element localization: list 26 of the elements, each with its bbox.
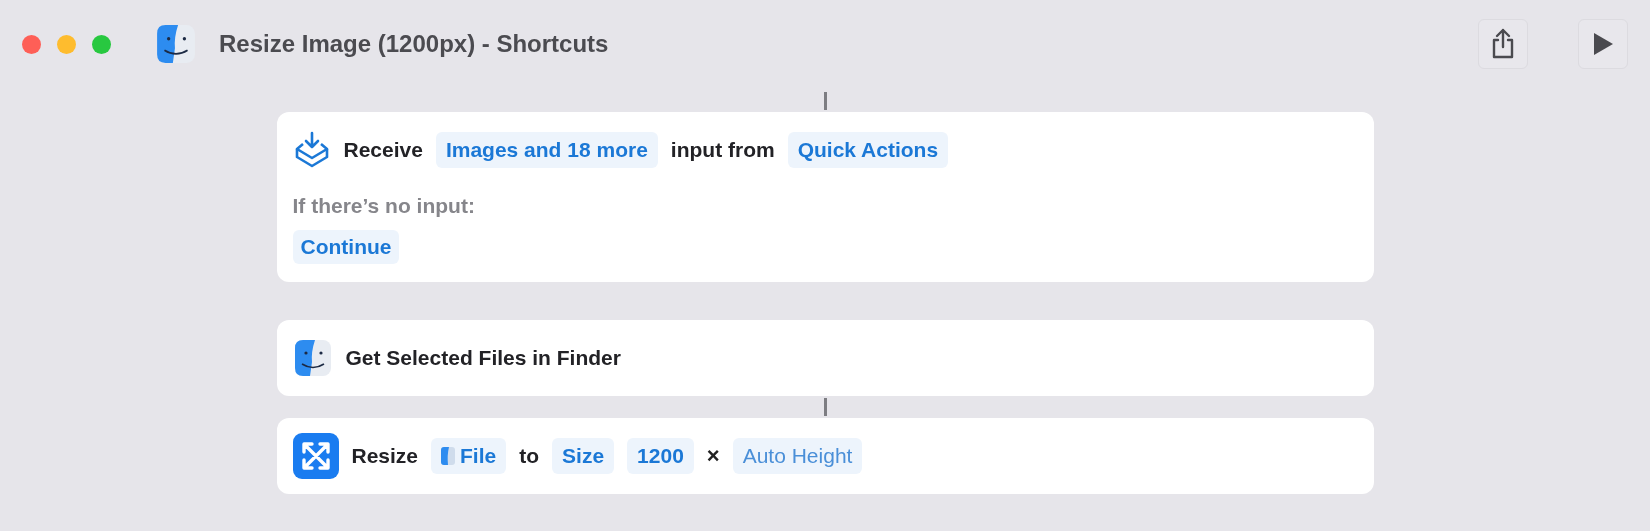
- action-text: Resize: [351, 444, 419, 468]
- window-title: Resize Image (1200px) - Shortcuts: [219, 30, 609, 58]
- finder-icon: [155, 23, 197, 65]
- action-text: Get Selected Files in Finder: [345, 346, 621, 370]
- parameter-token[interactable]: Auto Height: [732, 438, 863, 474]
- expand-arrows-icon: [292, 433, 339, 479]
- parameter-token[interactable]: Quick Actions: [787, 132, 949, 168]
- share-button[interactable]: [1478, 19, 1528, 69]
- finder-icon: [441, 447, 456, 465]
- variable-token[interactable]: File: [431, 438, 507, 474]
- parameter-token[interactable]: Images and 18 more: [435, 132, 658, 168]
- parameter-token[interactable]: 1200: [627, 438, 694, 474]
- run-button[interactable]: [1578, 19, 1628, 69]
- action-text: to: [519, 444, 540, 468]
- action-text: Receive: [343, 138, 423, 162]
- fallback-label: If there’s no input:: [292, 194, 476, 218]
- window-control[interactable]: [22, 34, 41, 54]
- share-icon: [1490, 28, 1516, 60]
- times-sign: ×: [706, 443, 720, 469]
- window-control[interactable]: [92, 34, 111, 54]
- parameter-token[interactable]: Size: [552, 438, 615, 474]
- window-control[interactable]: [57, 34, 76, 54]
- finder-icon: [292, 338, 333, 378]
- action-text: input from: [670, 138, 775, 162]
- parameter-token[interactable]: Continue: [292, 230, 400, 264]
- play-icon: [1591, 31, 1615, 57]
